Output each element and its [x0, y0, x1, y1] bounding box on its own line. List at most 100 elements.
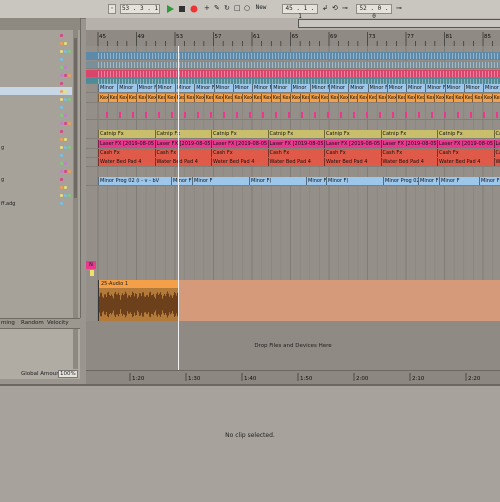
- clip[interactable]: Kex: [184, 94, 194, 102]
- insert-marker[interactable]: [178, 46, 179, 370]
- clip[interactable]: Kex: [117, 94, 127, 102]
- clip[interactable]: Minor: [271, 84, 290, 92]
- clip[interactable]: Minor: [291, 84, 310, 92]
- clip[interactable]: Kex: [472, 94, 482, 102]
- clip[interactable]: Kex: [376, 94, 386, 102]
- clip[interactable]: Kex: [280, 94, 290, 102]
- clip[interactable]: Minor F: [306, 177, 326, 185]
- clip[interactable]: Catnip Fx: [98, 130, 155, 138]
- clip[interactable]: Kex: [213, 94, 223, 102]
- marker-clip[interactable]: [379, 112, 381, 118]
- marker-clip[interactable]: [418, 112, 420, 118]
- clip[interactable]: Water Bed Pad 4: [494, 158, 500, 166]
- clip[interactable]: Kex: [386, 94, 396, 102]
- clip[interactable]: Kex: [127, 94, 137, 102]
- marker-clip[interactable]: [431, 112, 433, 118]
- clip[interactable]: Kex: [309, 94, 319, 102]
- clip[interactable]: Cash Fx: [381, 149, 438, 157]
- midi-lane-dense-1[interactable]: [86, 52, 500, 60]
- clip[interactable]: Minor F: [439, 177, 479, 185]
- punch-in-icon[interactable]: ⊸: [342, 4, 352, 14]
- clip[interactable]: Cash Fx: [211, 149, 268, 157]
- marker-clip[interactable]: [288, 112, 290, 118]
- follow-icon[interactable]: ↲: [322, 4, 332, 14]
- clip[interactable]: Minor: [98, 84, 117, 92]
- play-button[interactable]: [165, 4, 175, 14]
- clip[interactable]: Minor F: [137, 84, 156, 92]
- clip[interactable]: Kex: [415, 94, 425, 102]
- song-position-display[interactable]: 53 . 3 . 1: [120, 4, 160, 14]
- clip[interactable]: Kex: [434, 94, 444, 102]
- marker-clip[interactable]: [184, 112, 186, 118]
- overview-viewport[interactable]: [298, 19, 500, 28]
- clip[interactable]: Cash Fx: [437, 149, 494, 157]
- clip[interactable]: Minor F(: [479, 177, 500, 185]
- marker-clip[interactable]: [249, 112, 251, 118]
- track-water[interactable]: Water Bed Pad 4Water Bed Pad 4Water Bed …: [86, 158, 500, 167]
- audio-marker[interactable]: N: [86, 261, 96, 269]
- new-button[interactable]: New: [252, 4, 270, 14]
- clip[interactable]: Kex: [367, 94, 377, 102]
- global-amount-value[interactable]: 100%: [58, 370, 78, 378]
- clip[interactable]: Kex: [492, 94, 500, 102]
- marker-clip[interactable]: [444, 112, 446, 118]
- clip[interactable]: Minor F: [368, 84, 387, 92]
- clip[interactable]: Kex: [165, 94, 175, 102]
- clip[interactable]: Laser FX [2019-08-05 1: [437, 140, 494, 148]
- clip[interactable]: Kex: [424, 94, 434, 102]
- clip[interactable]: Kex: [252, 94, 262, 102]
- clip[interactable]: Kex: [108, 94, 118, 102]
- marker-clip[interactable]: [366, 112, 368, 118]
- clip[interactable]: Laser FX [2019-08-05 1: [211, 140, 268, 148]
- clip[interactable]: Kex: [146, 94, 156, 102]
- clip[interactable]: Minor Prog 02 (i - v - bV: [98, 177, 171, 185]
- track-laser[interactable]: Laser FX [2019-08-05 1Laser FX [2019-08-…: [86, 140, 500, 149]
- clip[interactable]: Kex: [271, 94, 281, 102]
- marker-clip[interactable]: [392, 112, 394, 118]
- clip[interactable]: Kex: [482, 94, 492, 102]
- pencil-icon[interactable]: ✎: [214, 4, 224, 14]
- track-cash[interactable]: Cash FxCash FxCash FxCash FxCash FxCash …: [86, 149, 500, 158]
- clip[interactable]: Catnip Fx: [155, 130, 212, 138]
- metronome-icon[interactable]: ◦: [108, 4, 116, 14]
- marker-clip[interactable]: [262, 112, 264, 118]
- clip[interactable]: Laser FX [2019-08-05 1: [98, 140, 155, 148]
- arrangement-position[interactable]: 45 . 1 . 1: [282, 4, 318, 14]
- clip[interactable]: Minor F(: [418, 177, 439, 185]
- clip[interactable]: Catnip Fx: [494, 130, 500, 138]
- clip[interactable]: Minor: [329, 84, 348, 92]
- clip[interactable]: Kex: [348, 94, 358, 102]
- clip[interactable]: Cash Fx: [324, 149, 381, 157]
- clip[interactable]: Kex: [290, 94, 300, 102]
- clip[interactable]: Minor: [445, 84, 464, 92]
- marker-clip[interactable]: [236, 112, 238, 118]
- marker-clip[interactable]: [405, 112, 407, 118]
- clip[interactable]: Water Bed Pad 4: [381, 158, 438, 166]
- clip[interactable]: Minor: [233, 84, 252, 92]
- clip[interactable]: Kex: [319, 94, 329, 102]
- track-markers[interactable]: [86, 111, 500, 120]
- clip[interactable]: Kex: [328, 94, 338, 102]
- clip[interactable]: Catnip Fx: [211, 130, 268, 138]
- clip[interactable]: Kex: [338, 94, 348, 102]
- clip[interactable]: Kex: [300, 94, 310, 102]
- marker-clip[interactable]: [145, 112, 147, 118]
- clip[interactable]: Minor F: [425, 84, 444, 92]
- clip[interactable]: Kex: [405, 94, 415, 102]
- marker-clip[interactable]: [496, 112, 498, 118]
- clip[interactable]: Minor: [156, 84, 175, 92]
- drop-zone[interactable]: Drop Files and Devices Here: [86, 321, 500, 370]
- clip[interactable]: Kex: [357, 94, 367, 102]
- clip[interactable]: Minor F(: [249, 177, 306, 185]
- marker-clip[interactable]: [301, 112, 303, 118]
- loop-length-display[interactable]: 52 . 0 . 0: [356, 4, 392, 14]
- marker-clip[interactable]: [275, 112, 277, 118]
- marker-clip[interactable]: [457, 112, 459, 118]
- clip[interactable]: Minor F: [252, 84, 271, 92]
- marker-clip[interactable]: [132, 112, 134, 118]
- clip[interactable]: Laser FX [2019-08-05 1: [268, 140, 325, 148]
- clip[interactable]: Laser FX [2019-08-05 1: [324, 140, 381, 148]
- marker-clip[interactable]: [119, 112, 121, 118]
- browser-scrollbar[interactable]: [73, 30, 78, 318]
- punch-icon[interactable]: □: [234, 4, 244, 14]
